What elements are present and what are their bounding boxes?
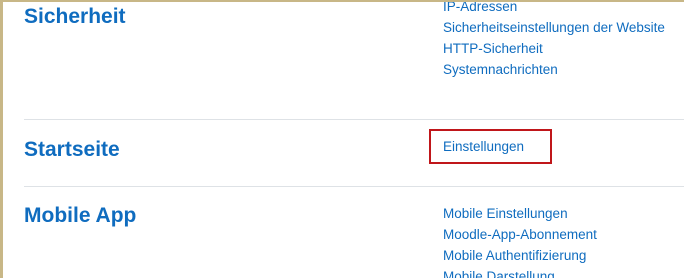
list-item: Sicherheitseinstellungen der Website — [443, 17, 665, 38]
section-divider — [24, 119, 684, 120]
link-systemnachrichten[interactable]: Systemnachrichten — [443, 62, 558, 77]
link-mobile-authentifizierung[interactable]: Mobile Authentifizierung — [443, 248, 586, 263]
link-mobile-darstellung[interactable]: Mobile Darstellung — [443, 269, 555, 278]
section-title-mobile-app: Mobile App — [24, 204, 137, 227]
window-frame-top — [0, 0, 684, 2]
link-list-sicherheit: IP-Adressen Sicherheitseinstellungen der… — [443, 0, 665, 80]
link-http-sicherheit[interactable]: HTTP-Sicherheit — [443, 41, 543, 56]
link-moodle-app-abonnement[interactable]: Moodle-App-Abonnement — [443, 227, 597, 242]
link-mobile-einstellungen[interactable]: Mobile Einstellungen — [443, 206, 568, 221]
section-title-startseite: Startseite — [24, 138, 120, 161]
list-item: Moodle-App-Abonnement — [443, 224, 597, 245]
link-sicherheitseinstellungen-der-website[interactable]: Sicherheitseinstellungen der Website — [443, 20, 665, 35]
window-frame-left — [0, 0, 3, 278]
section-title-sicherheit: Sicherheit — [24, 5, 126, 28]
list-item: HTTP-Sicherheit — [443, 38, 665, 59]
list-item: Mobile Einstellungen — [443, 203, 597, 224]
list-item: IP-Adressen — [443, 0, 665, 17]
section-divider — [24, 186, 684, 187]
list-item: Mobile Authentifizierung — [443, 245, 597, 266]
link-ip-adressen[interactable]: IP-Adressen — [443, 0, 517, 14]
list-item: Mobile Darstellung — [443, 266, 597, 278]
link-list-mobile-app: Mobile Einstellungen Moodle-App-Abonneme… — [443, 203, 597, 278]
list-item: Systemnachrichten — [443, 59, 665, 80]
highlight-box — [429, 129, 552, 164]
admin-settings-panel: Sicherheit IP-Adressen Sicherheitseinste… — [0, 0, 684, 278]
